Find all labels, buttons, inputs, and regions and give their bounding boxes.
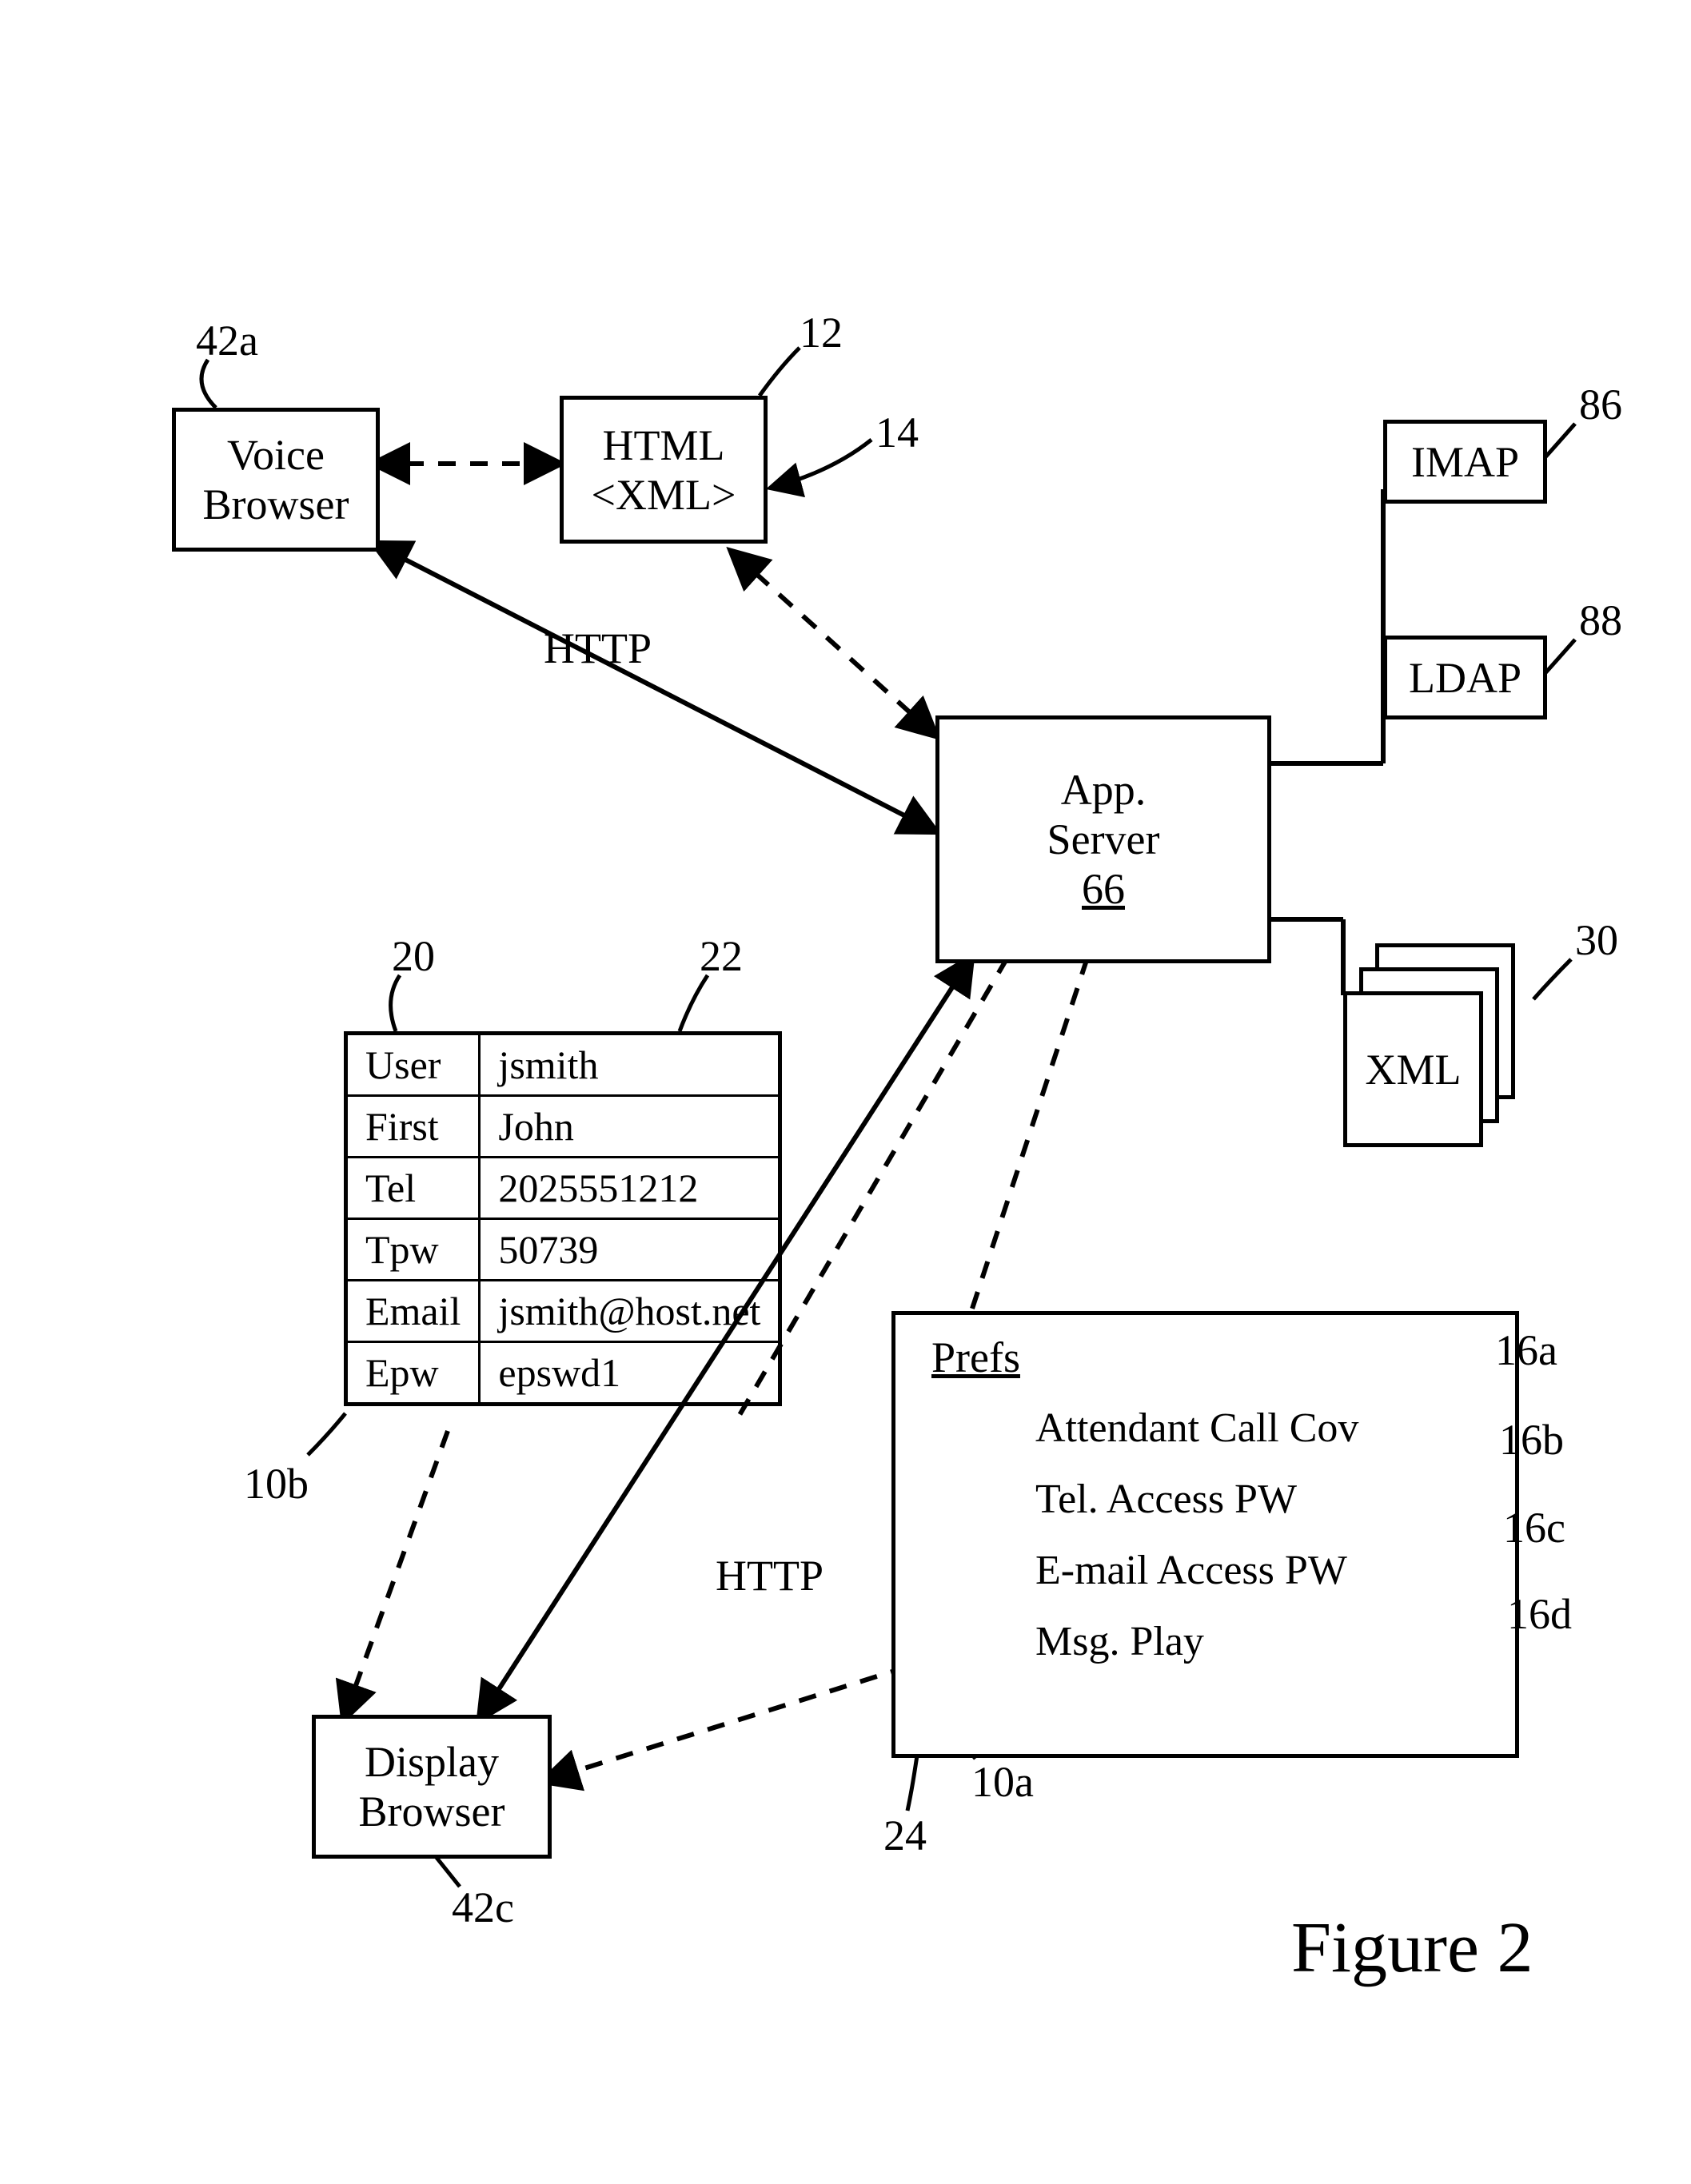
ref-14: 14 [875,408,919,457]
display-browser-line1: Display [365,1737,499,1787]
voice-browser-line1: Voice [227,430,325,480]
figure-label: Figure 2 [1291,1907,1533,1989]
cell-key: Tel [346,1158,480,1219]
cell-val: epswd1 [480,1342,780,1405]
ref-88: 88 [1579,596,1622,645]
table-row: Tel2025551212 [346,1158,780,1219]
html-label: HTML [603,420,725,470]
ref-20: 20 [392,931,435,981]
html-xml-box: HTML <XML> [560,396,768,544]
cell-key: Email [346,1281,480,1342]
prefs-box: Prefs Attendant Call Cov Tel. Access PW … [891,1311,1519,1758]
ref-16a: 16a [1495,1325,1557,1375]
imap-label: IMAP [1411,437,1519,487]
ldap-box: LDAP [1383,636,1547,719]
ref-42a: 42a [196,316,258,365]
ref-16b: 16b [1499,1415,1564,1465]
prefs-title: Prefs [931,1333,1020,1382]
user-data-table: Userjsmith FirstJohn Tel2025551212 Tpw50… [344,1031,782,1406]
cell-key: Tpw [346,1219,480,1281]
imap-box: IMAP [1383,420,1547,504]
voice-browser-line2: Browser [203,480,349,529]
table-row: Emailjsmith@host.net [346,1281,780,1342]
table-row: Tpw50739 [346,1219,780,1281]
ref-24: 24 [883,1811,927,1860]
cell-val: 2025551212 [480,1158,780,1219]
display-browser-line2: Browser [359,1787,505,1836]
ldap-label: LDAP [1409,653,1522,703]
ref-12: 12 [800,308,843,357]
ref-22: 22 [700,931,743,981]
app-server-box: App. Server 66 [935,715,1271,963]
cell-key: User [346,1034,480,1096]
display-browser-box: Display Browser [312,1715,552,1859]
voice-browser-box: Voice Browser [172,408,380,552]
cell-val: jsmith@host.net [480,1281,780,1342]
ref-10a: 10a [971,1757,1034,1807]
cell-val: jsmith [480,1034,780,1096]
app-server-line2: Server [1047,815,1160,864]
app-server-num: 66 [1082,864,1125,914]
http-upper-label: HTTP [544,624,652,673]
prefs-item: E-mail Access PW [1035,1547,1358,1594]
cell-key: First [346,1096,480,1158]
table-row: Userjsmith [346,1034,780,1096]
xml-label: <XML> [592,470,736,520]
ref-86: 86 [1579,380,1622,429]
xml-stack-1: XML [1343,991,1483,1147]
app-server-line1: App. [1061,765,1147,815]
cell-val: 50739 [480,1219,780,1281]
prefs-item: Msg. Play [1035,1618,1358,1665]
ref-16c: 16c [1503,1503,1565,1552]
table-row: FirstJohn [346,1096,780,1158]
xml-stack-label: XML [1366,1045,1462,1094]
cell-key: Epw [346,1342,480,1405]
ref-10b: 10b [244,1459,309,1508]
ref-30: 30 [1575,915,1618,965]
http-lower-label: HTTP [716,1551,824,1600]
prefs-item: Tel. Access PW [1035,1476,1358,1523]
prefs-item: Attendant Call Cov [1035,1405,1358,1452]
table-row: Epwepswd1 [346,1342,780,1405]
ref-16d: 16d [1507,1589,1572,1639]
cell-val: John [480,1096,780,1158]
ref-42c: 42c [452,1883,514,1932]
